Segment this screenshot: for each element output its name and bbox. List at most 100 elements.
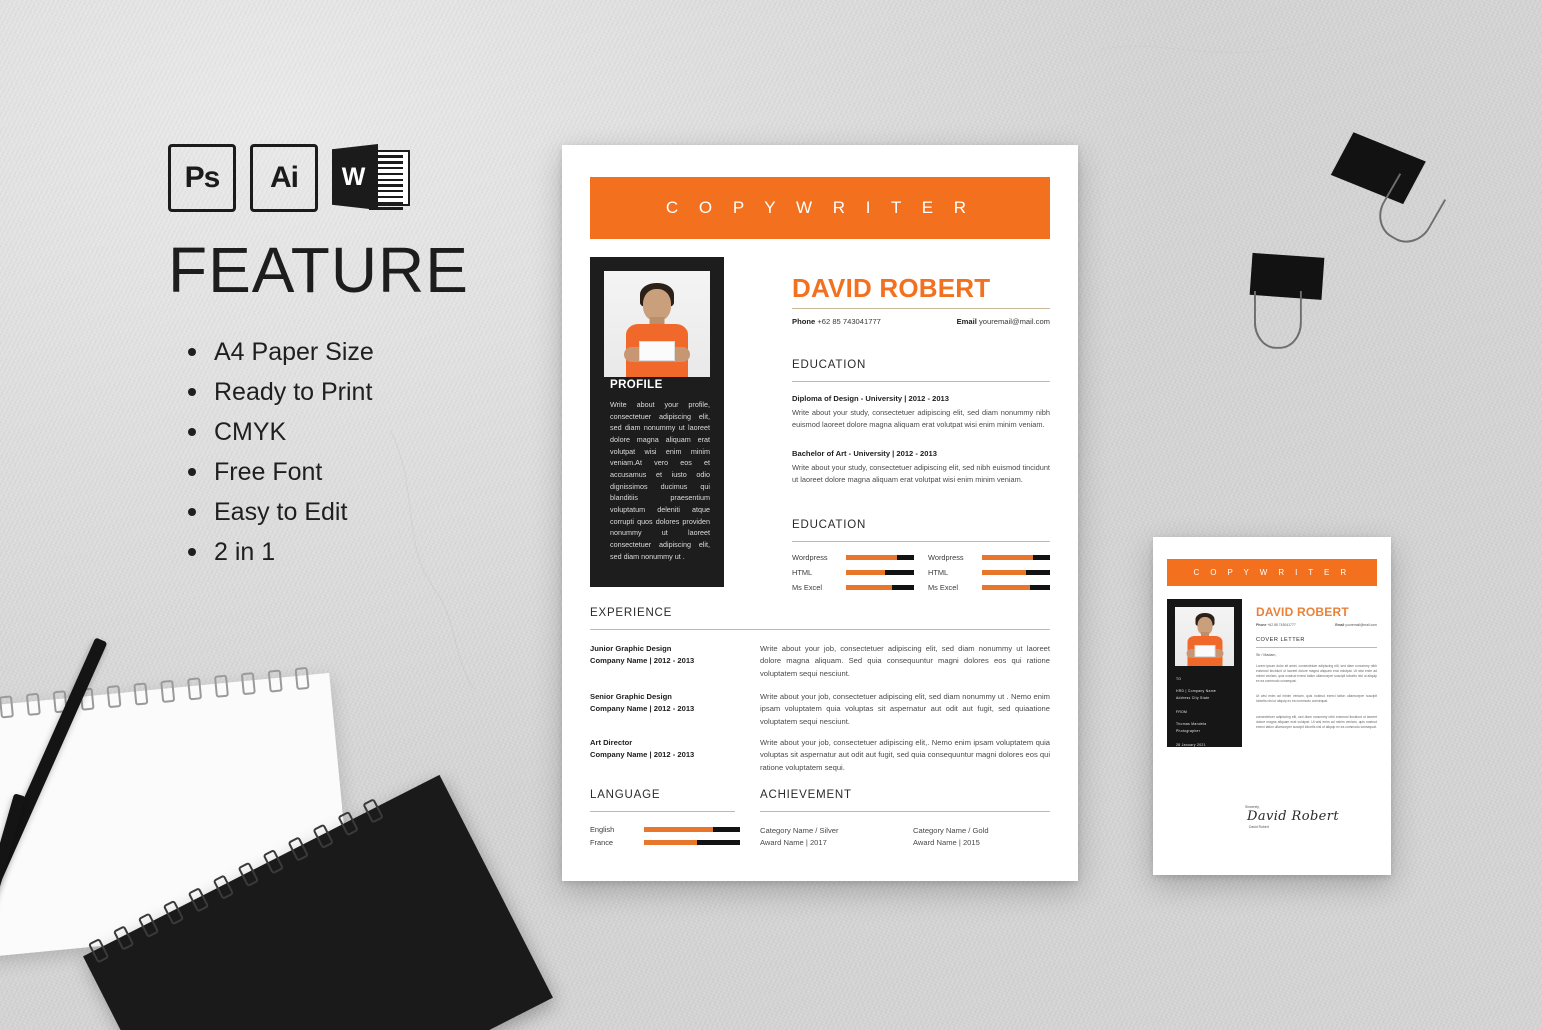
skills-column-left: Wordpress HTML Ms Excel [792, 553, 914, 598]
skill-label: Wordpress [928, 553, 964, 562]
word-tab-icon: W [332, 144, 378, 210]
experience-role-block: Art Director Company Name | 2012 - 2013 [590, 737, 760, 774]
skill-bar-fill [982, 585, 1030, 590]
feature-item: CMYK [184, 416, 498, 448]
page-title: DAVID ROBERT [792, 273, 991, 303]
skill-row: HTML [792, 568, 914, 577]
feature-item: A4 Paper Size [184, 336, 498, 368]
cover-email-label: Email [1335, 623, 1345, 627]
email-field: Email youremail@mail.com [957, 317, 1050, 326]
notebook-spiral [0, 665, 328, 719]
experience-item: Junior Graphic Design Company Name | 201… [590, 643, 1050, 680]
cover-salutation: Sir / Madam, [1256, 653, 1277, 657]
skill-row: Wordpress [928, 553, 1050, 562]
phone-value: +62 85 743041777 [817, 317, 881, 326]
profile-heading: PROFILE [610, 379, 663, 391]
skill-label: Ms Excel [928, 583, 958, 592]
experience-item: Art Director Company Name | 2012 - 2013 … [590, 737, 1050, 774]
skill-bar-fill [846, 585, 893, 590]
experience-company: Company Name | 2012 - 2013 [590, 656, 695, 666]
cover-from-value: Thomas Mandela [1176, 722, 1207, 726]
language-row: English [590, 825, 740, 834]
language-divider [590, 811, 735, 812]
skill-bar-fill [846, 555, 897, 560]
education-item-body: Write about your study, consectetuer adi… [792, 408, 1050, 429]
resume-page: C O P Y W R I T E R PROFILE Write about … [562, 145, 1078, 881]
cover-phone-label: Phone [1256, 623, 1267, 627]
education-item-title: Bachelor of Art - University | 2012 - 20… [792, 449, 937, 458]
crack-line-2 [1100, 39, 1320, 54]
feature-title: FEATURE [168, 234, 469, 306]
name-divider [792, 308, 1050, 309]
feature-item: Ready to Print [184, 376, 498, 408]
feature-item: Easy to Edit [184, 496, 498, 528]
experience-role: Art Director [590, 738, 633, 747]
cover-signature-block: Sincerely, David Robert David Robert [1245, 805, 1365, 829]
feature-list: A4 Paper Size Ready to Print CMYK Free F… [184, 336, 498, 568]
feature-item: 2 in 1 [184, 536, 498, 568]
skill-label: HTML [792, 568, 813, 577]
experience-role-block: Senior Graphic Design Company Name | 201… [590, 691, 760, 728]
contact-row: Phone +62 85 743041777 Email youremail@m… [792, 317, 1050, 326]
cover-paragraph: Lorem ipsum dolor sit amet, consectetuer… [1256, 664, 1377, 684]
cover-paragraph: Ut wisi enim ad minim veniam, quis nostr… [1256, 694, 1377, 704]
education-item-title: Diploma of Design - University | 2012 - … [792, 394, 950, 403]
achievement-heading: ACHIEVEMENT [760, 789, 852, 801]
binder-clip-wire [1253, 290, 1302, 349]
skill-bar [982, 585, 1050, 590]
cover-to-address: Address City State [1176, 696, 1210, 700]
cover-letter-divider [1256, 647, 1377, 648]
email-label: Email [956, 317, 977, 326]
achievement-item: Category Name / Silver Award Name | 2017 [760, 825, 897, 849]
achievement-item: Category Name / Gold Award Name | 2015 [913, 825, 1050, 849]
cover-date: 28 January 2021 [1176, 743, 1206, 747]
cover-letter-page: C O P Y W R I T E R TO HRD | Company Nam… [1153, 537, 1391, 875]
word-badge-label: W [341, 162, 366, 191]
cover-to-label: TO [1176, 677, 1182, 681]
experience-divider [590, 629, 1050, 630]
resume-profile-panel: PROFILE Write about your profile, consec… [590, 257, 724, 587]
cover-contact-row: Phone +62 85 743041777 Email youremail@m… [1256, 623, 1377, 627]
cover-from-label: FROM [1176, 710, 1188, 714]
experience-company: Company Name | 2012 - 2013 [590, 704, 695, 714]
binder-clip-bottom [1240, 251, 1379, 390]
experience-company: Company Name | 2012 - 2013 [590, 750, 695, 760]
experience-role: Senior Graphic Design [590, 692, 672, 701]
resume-job-title: C O P Y W R I T E R [665, 198, 975, 217]
phone-field: Phone +62 85 743041777 [792, 317, 881, 326]
cover-paragraph: consectetuer adipiscing elit, sed diam n… [1256, 715, 1377, 730]
skill-row: Ms Excel [792, 583, 914, 592]
illustrator-badge: Ai [250, 144, 318, 212]
language-label: English [590, 825, 615, 834]
education-item: Diploma of Design - University | 2012 - … [792, 393, 1050, 431]
achievement-category: Category Name / Silver [760, 826, 839, 835]
cover-avatar [1175, 607, 1234, 666]
achievement-grid: Category Name / Silver Award Name | 2017… [760, 825, 1050, 849]
language-label: France [590, 838, 614, 847]
profile-body: Write about your profile, consectetuer a… [610, 400, 710, 561]
skill-bar-fill [982, 570, 1026, 575]
resume-job-title-bar: C O P Y W R I T E R [590, 177, 1050, 239]
language-heading: LANGUAGE [590, 789, 661, 801]
cover-email-value: youremail@mail.com [1345, 623, 1377, 627]
language-row: France [590, 838, 740, 847]
signature-mark: David Robert [1247, 809, 1339, 824]
cover-from-role: Photographer [1176, 729, 1201, 733]
education-divider [792, 381, 1050, 382]
education-heading: EDUCATION [792, 359, 867, 371]
cover-dark-panel: TO HRD | Company Name Address City State… [1167, 599, 1242, 747]
skills-divider [792, 541, 1050, 542]
word-badge: W [332, 144, 410, 210]
photoshop-badge: Ps [168, 144, 236, 212]
skill-bar [982, 570, 1050, 575]
language-bar-fill [644, 840, 697, 845]
achievement-divider [760, 811, 1050, 812]
software-badges: Ps Ai W [168, 144, 498, 212]
feature-panel: Ps Ai W FEATURE A4 Paper Size Ready to P… [168, 144, 498, 576]
skill-bar [846, 585, 914, 590]
experience-heading: EXPERIENCE [590, 607, 673, 619]
skill-bar [846, 570, 914, 575]
skill-bar [846, 555, 914, 560]
achievement-category: Category Name / Gold [913, 826, 989, 835]
skill-bar-fill [846, 570, 886, 575]
